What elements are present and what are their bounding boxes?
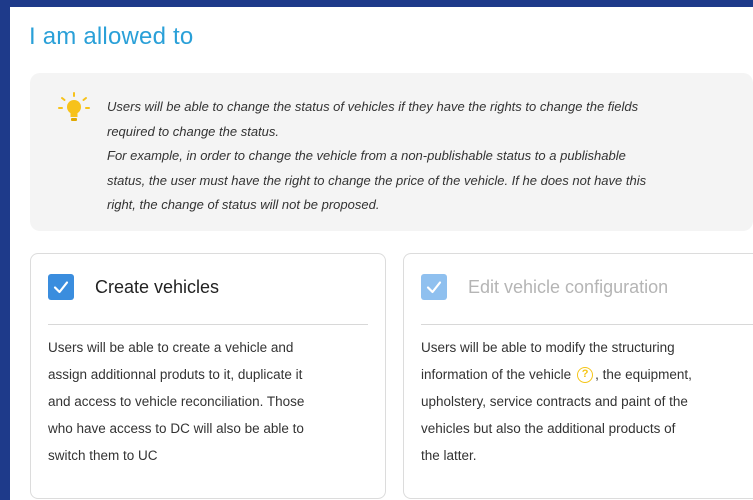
info-line: For example, in order to change the vehi… [107, 148, 626, 164]
info-line: Users will be able to change the status … [107, 99, 639, 114]
checkmark-icon [426, 281, 442, 294]
checkmark-icon [53, 281, 69, 294]
info-text: Users will be able to change the status … [107, 95, 727, 218]
card-title: Create vehicles [95, 277, 220, 297]
card-title: Edit vehicle configuration [468, 277, 669, 297]
description-line: information of the vehicle?, the equipme… [421, 361, 692, 388]
permissions-panel: I am allowed to Users will be able to ch… [10, 7, 753, 500]
create-vehicles-checkbox[interactable] [48, 274, 74, 300]
permission-card-create-vehicles[interactable]: Create vehicles Users will be able to cr… [30, 253, 386, 499]
description-line: switch them to UC [48, 448, 158, 463]
lightbulb-icon [58, 92, 90, 121]
description-text: , the equipment, [595, 367, 692, 382]
description-line: Users will be able to create a vehicle a… [48, 340, 294, 355]
page-title: I am allowed to [29, 23, 194, 50]
card-description: Users will be able to create a vehicle a… [48, 334, 304, 469]
description-text: information of the vehicle [421, 367, 572, 382]
description-line: Users will be able to modify the structu… [421, 340, 675, 355]
description-line: upholstery, service contracts and paint … [421, 394, 688, 409]
description-line: and access to vehicle reconciliation. Th… [48, 394, 305, 409]
permission-card-edit-vehicle-configuration[interactable]: Edit vehicle configuration Users will be… [403, 253, 753, 499]
description-line: who have access to DC will also be able … [48, 421, 304, 436]
description-line: assign additionnal produts to it, duplic… [48, 367, 303, 382]
info-box: Users will be able to change the status … [30, 73, 753, 231]
divider [48, 324, 368, 325]
description-line: vehicles but also the additional product… [421, 421, 676, 436]
divider [421, 324, 753, 325]
card-description: Users will be able to modify the structu… [421, 334, 692, 469]
edit-vehicle-configuration-checkbox[interactable] [421, 274, 447, 300]
info-line: right, the change of status will not be … [107, 197, 380, 213]
description-line: the latter. [421, 448, 477, 463]
info-line: status, the user must have the right to … [107, 172, 647, 188]
question-circle-icon[interactable]: ? [577, 367, 594, 384]
info-line: required to change the status. [107, 123, 280, 139]
